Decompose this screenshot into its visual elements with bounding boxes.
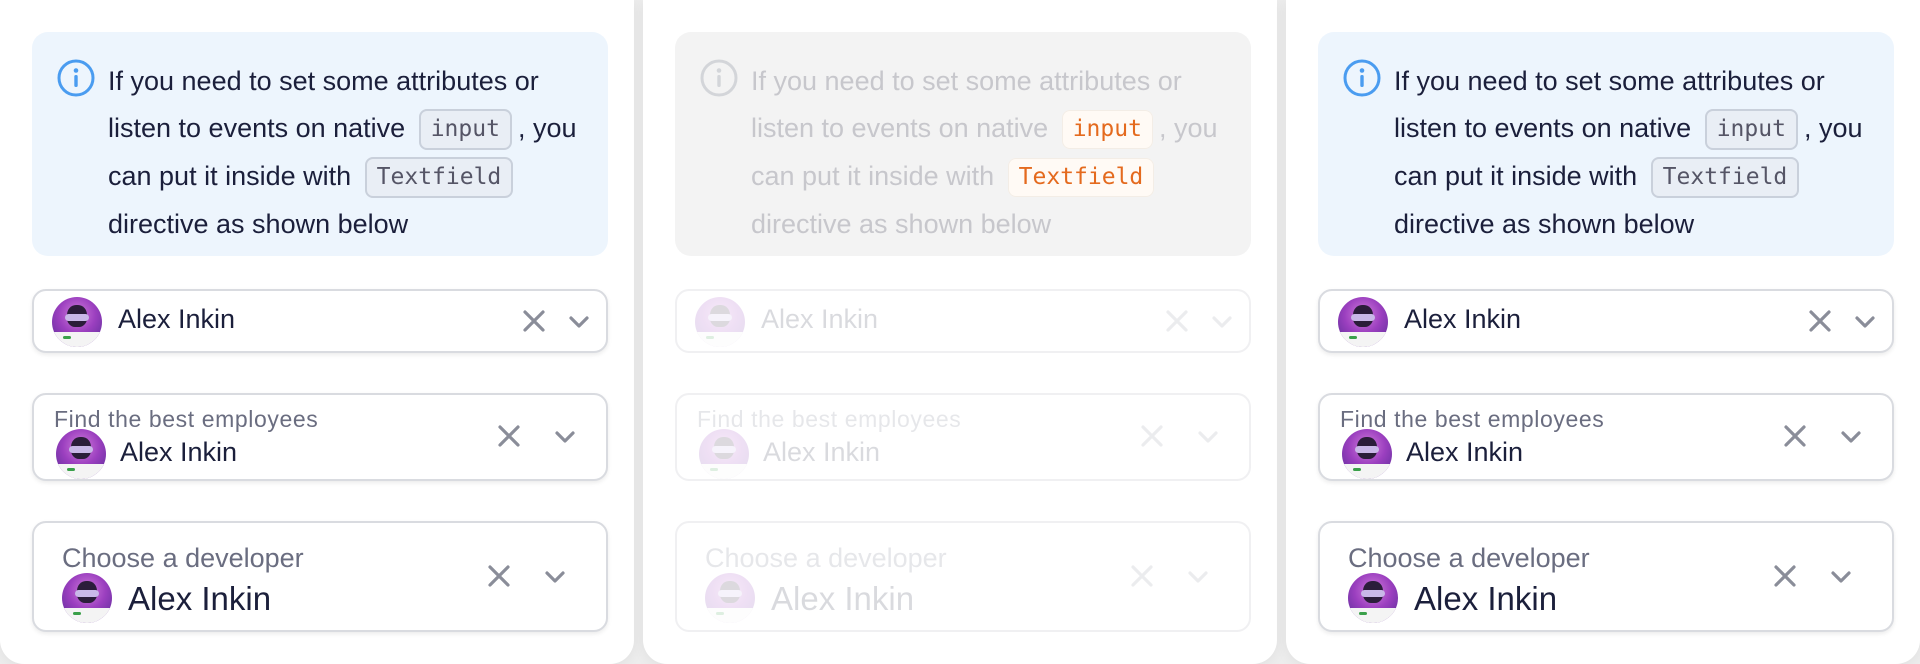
chevron-down-icon <box>1212 316 1232 328</box>
field-value: Alex Inkin <box>771 580 915 617</box>
chevron-down-icon[interactable] <box>552 426 578 448</box>
select-field-large: Choose a developer Alex Inkin <box>675 521 1251 632</box>
notification: If you need to set some attributes or li… <box>1318 32 1894 256</box>
select-field-large[interactable]: Choose a developer Alex Inkin <box>32 521 608 632</box>
select-field-medium[interactable]: Find the best employees Alex Inkin <box>1318 393 1894 481</box>
select-field-medium[interactable]: Find the best employees Alex Inkin <box>32 393 608 481</box>
chevron-down-icon[interactable] <box>542 566 568 588</box>
avatar <box>1342 429 1392 479</box>
field-value: Alex Inkin <box>1414 580 1558 617</box>
notification-text-part: , <box>517 113 526 143</box>
avatar <box>62 573 112 623</box>
code-input: input <box>1704 109 1798 150</box>
avatar <box>695 297 745 347</box>
info-icon <box>1343 59 1381 97</box>
field-value: Alex Inkin <box>128 580 272 617</box>
chevron-down-icon[interactable] <box>1852 311 1878 333</box>
x-icon[interactable] <box>521 308 547 334</box>
x-icon[interactable] <box>1782 423 1808 449</box>
demo-panel-middle-disabled: If you need to set some attributes or li… <box>643 0 1277 664</box>
field-label: Choose a developer <box>1348 543 1590 573</box>
code-input: input <box>418 109 512 150</box>
select-field-small[interactable]: Alex Inkin <box>32 289 608 353</box>
avatar <box>52 297 102 347</box>
field-value: Alex Inkin <box>120 437 238 467</box>
field-value: Alex Inkin <box>118 304 236 334</box>
chevron-down-icon[interactable] <box>1828 566 1854 588</box>
notification-text-part: , <box>1158 113 1167 143</box>
select-field-small[interactable]: Alex Inkin <box>1318 289 1894 353</box>
field-value: Alex Inkin <box>1404 304 1522 334</box>
chevron-down-icon <box>1188 571 1208 583</box>
code-textfield: Textfield <box>1650 157 1800 198</box>
x-icon[interactable] <box>496 423 522 449</box>
field-value: Alex Inkin <box>1406 437 1524 467</box>
field-label: Choose a developer <box>62 543 304 573</box>
notification: If you need to set some attributes or li… <box>675 32 1251 256</box>
info-icon <box>57 59 95 97</box>
chevron-down-icon[interactable] <box>566 311 592 333</box>
avatar <box>705 573 755 623</box>
field-label: Find the best employees <box>697 406 962 432</box>
select-field-large[interactable]: Choose a developer Alex Inkin <box>1318 521 1894 632</box>
demo-panel-left: If you need to set some attributes or li… <box>0 0 634 664</box>
notification-text-part: , <box>1803 113 1812 143</box>
avatar <box>1338 297 1388 347</box>
x-icon <box>1131 565 1153 587</box>
notification: If you need to set some attributes or li… <box>32 32 608 256</box>
field-value: Alex Inkin <box>763 437 881 467</box>
demo-panel-right: If you need to set some attributes or li… <box>1286 0 1920 664</box>
chevron-down-icon[interactable] <box>1838 426 1864 448</box>
notification-text: If you need to set some attributes or li… <box>1394 58 1874 248</box>
field-value: Alex Inkin <box>761 304 879 334</box>
field-label: Choose a developer <box>705 543 947 573</box>
avatar <box>699 429 749 479</box>
x-icon[interactable] <box>486 563 512 589</box>
avatar <box>1348 573 1398 623</box>
notification-text-part: directive as shown below <box>751 209 1052 239</box>
avatar <box>56 429 106 479</box>
x-icon <box>1141 425 1163 447</box>
field-label: Find the best employees <box>1340 406 1605 432</box>
select-field-small: Alex Inkin <box>675 289 1251 353</box>
code-textfield: Textfield <box>364 157 514 198</box>
code-input: input <box>1061 110 1153 149</box>
notification-text: If you need to set some attributes or li… <box>108 58 588 248</box>
notification-text-part: directive as shown below <box>108 209 409 239</box>
select-field-medium: Find the best employees Alex Inkin <box>675 393 1251 481</box>
x-icon <box>1166 310 1188 332</box>
notification-text-part: directive as shown below <box>1394 209 1695 239</box>
x-icon[interactable] <box>1807 308 1833 334</box>
code-textfield: Textfield <box>1007 158 1155 197</box>
chevron-down-icon <box>1198 431 1218 443</box>
info-icon <box>700 59 738 97</box>
notification-text: If you need to set some attributes or li… <box>751 58 1231 248</box>
field-label: Find the best employees <box>54 406 319 432</box>
x-icon[interactable] <box>1772 563 1798 589</box>
